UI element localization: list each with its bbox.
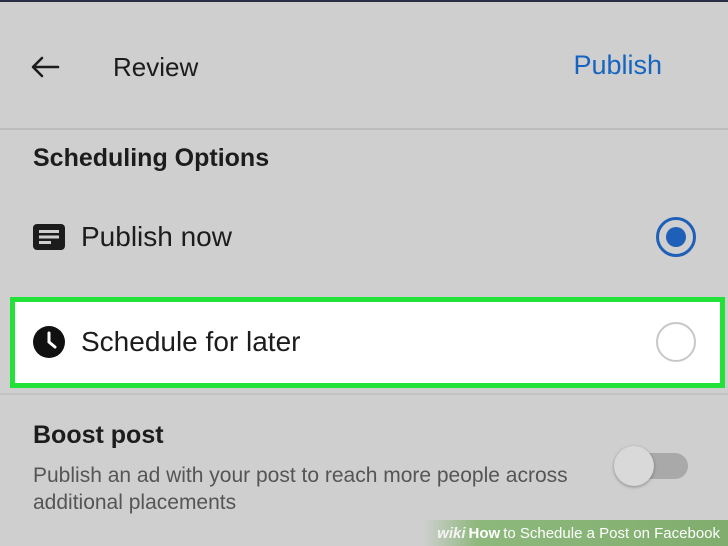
boost-post-toggle[interactable]	[614, 446, 688, 486]
back-button[interactable]	[28, 50, 62, 84]
radio-selected[interactable]	[656, 217, 696, 257]
toggle-thumb	[614, 446, 654, 486]
boost-post-description: Publish an ad with your post to reach mo…	[33, 464, 568, 514]
boost-post-heading: Boost post	[33, 421, 164, 449]
radio-unselected[interactable]	[656, 322, 696, 362]
watermark-title: to Schedule a Post on Facebook	[503, 524, 720, 542]
option-label: Schedule for later	[81, 326, 301, 357]
section-divider	[0, 393, 728, 395]
header-divider	[0, 128, 728, 130]
post-list-icon	[32, 220, 66, 254]
app-header: Review Publish	[0, 2, 728, 128]
watermark-brand: wiki	[437, 524, 466, 542]
publish-button[interactable]: Publish	[573, 50, 662, 81]
watermark-how: How	[468, 524, 501, 542]
arrow-left-icon	[31, 56, 60, 78]
scheduling-options-heading: Scheduling Options	[33, 144, 270, 172]
page-title: Review	[113, 52, 199, 82]
option-publish-now[interactable]: Publish now	[0, 197, 728, 277]
option-label: Publish now	[81, 221, 232, 252]
clock-icon	[32, 325, 66, 359]
option-schedule-later[interactable]: Schedule for later	[0, 302, 728, 382]
wikihow-watermark: wiki How to Schedule a Post on Facebook	[423, 520, 728, 546]
